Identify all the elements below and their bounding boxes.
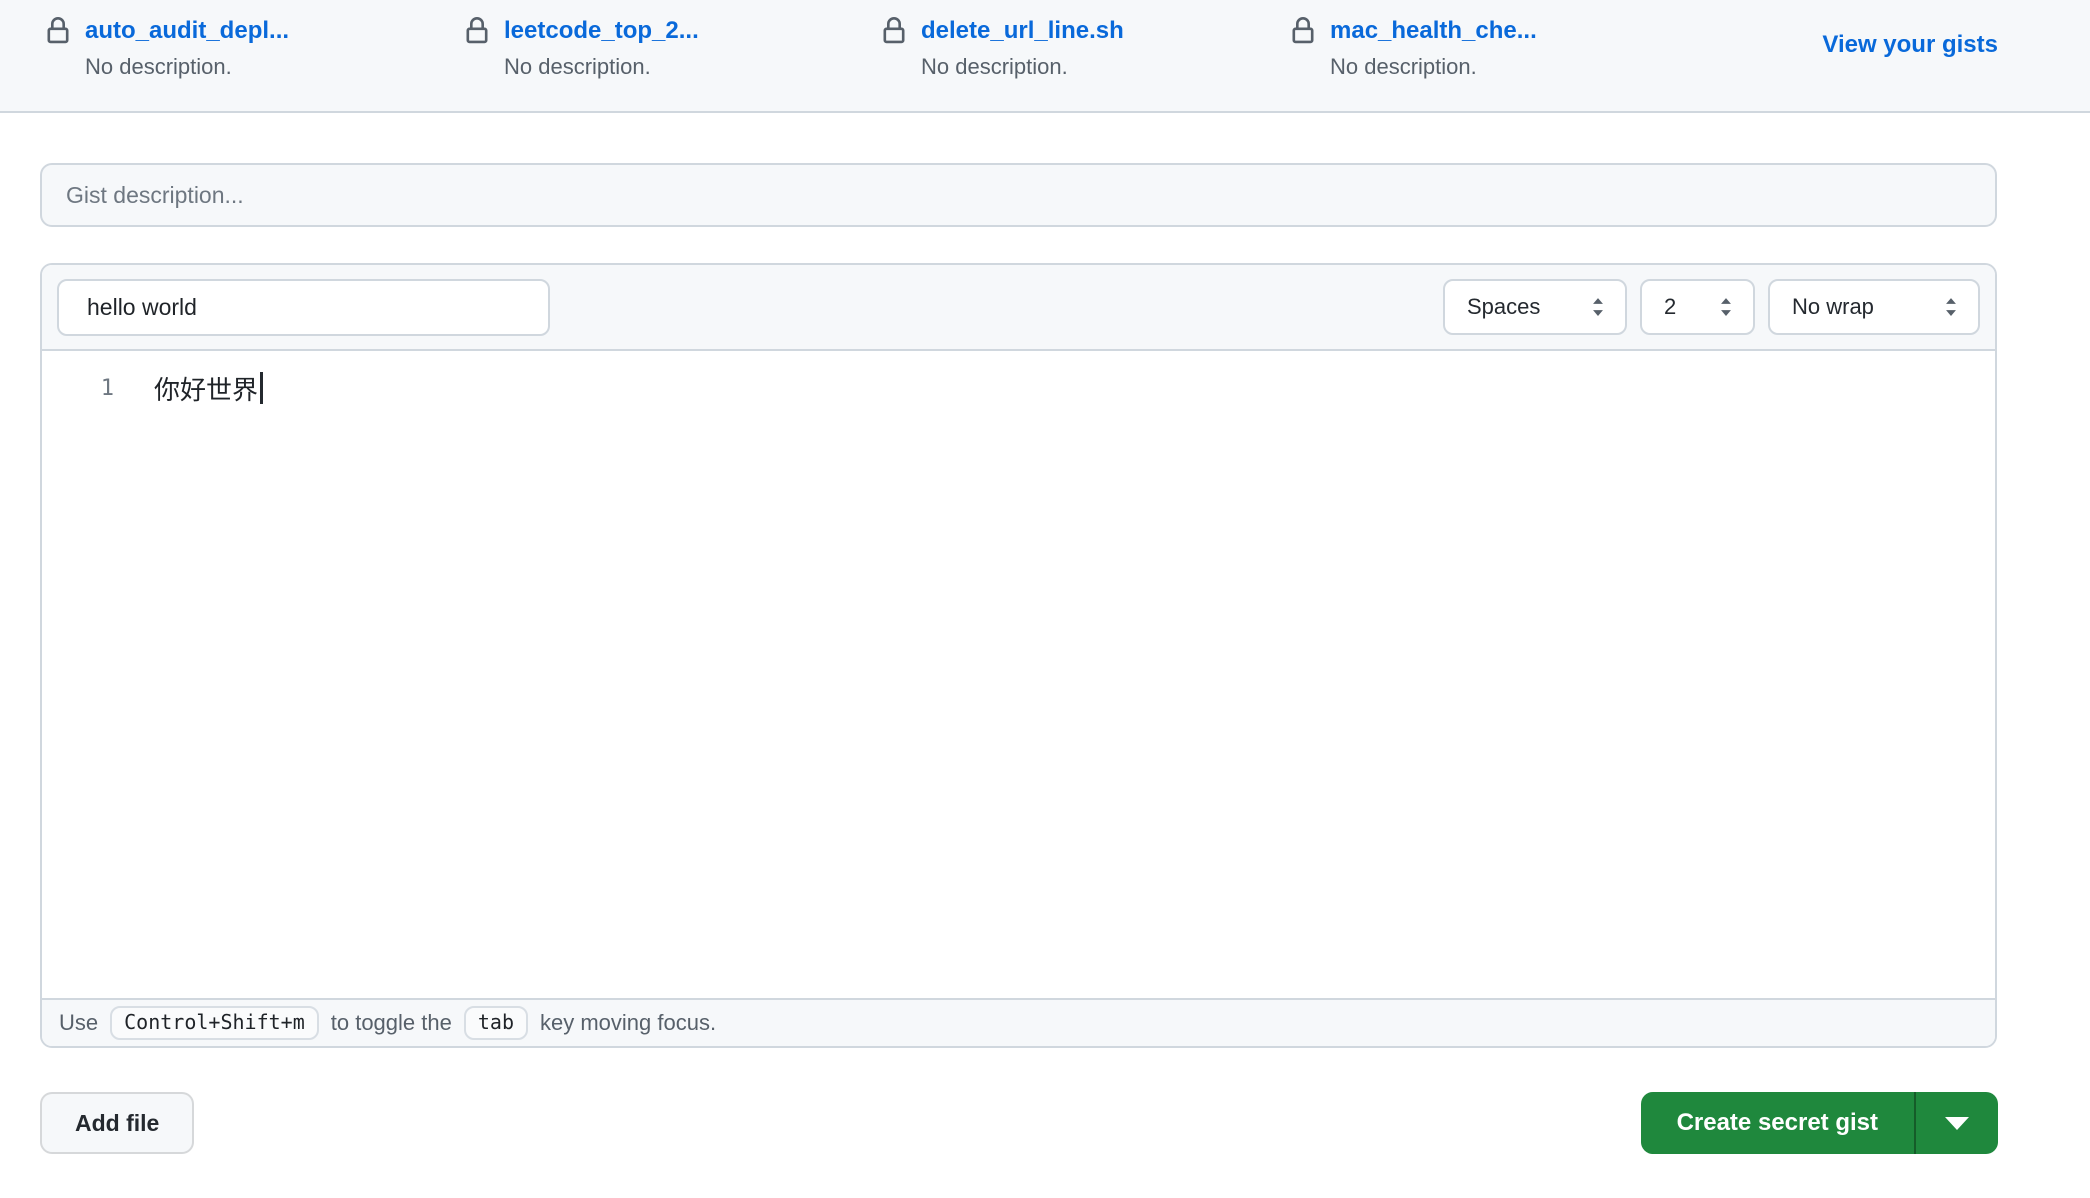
dropdown-caret-icon	[1945, 1116, 1969, 1130]
gist-link[interactable]: leetcode_top_2...	[504, 17, 699, 45]
add-file-button[interactable]: Add file	[40, 1092, 195, 1154]
select-stepper-icon	[1940, 295, 1962, 319]
view-your-gists-link[interactable]: View your gists	[1822, 31, 1998, 59]
indent-size-select[interactable]: 2	[1640, 279, 1755, 335]
gist-link[interactable]: delete_url_line.sh	[921, 17, 1124, 45]
filename-input[interactable]	[57, 278, 550, 336]
gist-description: No description.	[85, 54, 232, 79]
gist-link[interactable]: mac_health_che...	[1330, 17, 1537, 45]
text-cursor	[260, 372, 264, 404]
footer-text: key moving focus.	[539, 1010, 717, 1035]
lock-icon	[44, 17, 72, 45]
gist-description: No description.	[504, 54, 651, 79]
gist-link[interactable]: auto_audit_depl...	[85, 17, 289, 45]
lock-icon	[1289, 17, 1317, 45]
recent-gist-item[interactable]: leetcode_top_2... No description.	[463, 12, 699, 80]
recent-gist-item[interactable]: auto_audit_depl... No description.	[44, 12, 289, 80]
code-area[interactable]: 1 你好世界	[42, 351, 1995, 998]
recent-gists-bar: auto_audit_depl... No description. leetc…	[0, 0, 2090, 113]
recent-gist-item[interactable]: delete_url_line.sh No description.	[880, 12, 1124, 80]
select-stepper-icon	[1587, 295, 1609, 319]
gist-description: No description.	[1330, 54, 1477, 79]
gist-description: No description.	[921, 54, 1068, 79]
indent-mode-value: Spaces	[1467, 294, 1541, 319]
code-line[interactable]: 1 你好世界	[42, 367, 1995, 409]
create-gist-split-button: Create secret gist	[1640, 1092, 1998, 1154]
create-secret-gist-button[interactable]: Create secret gist	[1640, 1092, 1914, 1154]
actions-row: Add file Create secret gist	[40, 1092, 1998, 1154]
code-text: 你好世界	[154, 375, 259, 406]
create-gist-options-button[interactable]	[1914, 1092, 1998, 1154]
footer-text: Use	[59, 1010, 99, 1035]
lock-icon	[463, 17, 491, 45]
gist-description-input[interactable]	[40, 163, 1997, 227]
wrap-mode-value: No wrap	[1792, 294, 1874, 319]
lock-icon	[880, 17, 908, 45]
indent-size-value: 2	[1664, 294, 1677, 319]
line-number: 1	[100, 375, 114, 401]
wrap-mode-select[interactable]: No wrap	[1768, 279, 1980, 335]
editor-header: Spaces 2 No wrap	[42, 265, 1995, 351]
tab-key-badge: tab	[463, 1006, 528, 1040]
indent-mode-select[interactable]: Spaces	[1443, 279, 1627, 335]
shortcut-key-badge: Control+Shift+m	[110, 1006, 319, 1040]
footer-text: to toggle the	[330, 1010, 452, 1035]
editor-controls: Spaces 2 No wrap	[1443, 279, 1980, 335]
gist-file-editor: Spaces 2 No wrap 1 你好世界	[40, 263, 1997, 1048]
editor-footer: Use Control+Shift+m to toggle the tab ke…	[42, 998, 1995, 1046]
select-stepper-icon	[1715, 295, 1737, 319]
recent-gist-item[interactable]: mac_health_che... No description.	[1289, 12, 1537, 80]
